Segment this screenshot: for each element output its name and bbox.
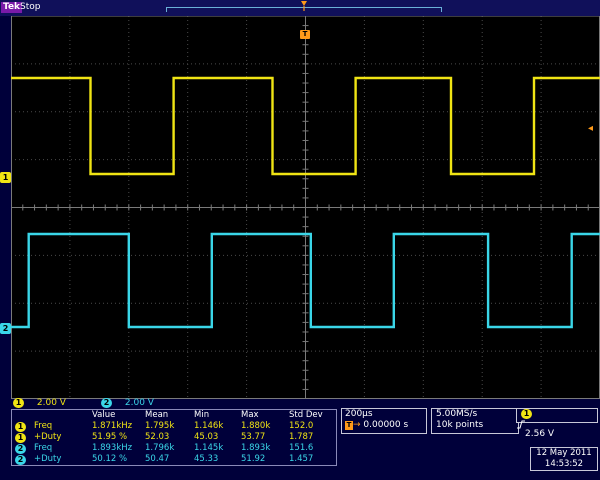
ch1-scale-readout[interactable]: 1 2.00 V <box>13 397 66 409</box>
row-name: Freq <box>34 421 53 431</box>
horizontal-position-line: T → 0.00000 s <box>342 420 426 431</box>
header-min: Min <box>194 410 210 420</box>
row-max: 1.893k <box>241 443 271 453</box>
graticule-grid <box>11 16 600 399</box>
ch2-badge: 2 <box>101 398 112 408</box>
row-name: +Duty <box>34 432 62 442</box>
ch1-scale-value: 2.00 V <box>36 398 66 408</box>
ch1-ground-marker[interactable]: 1 <box>0 172 11 183</box>
header-max: Max <box>241 410 259 420</box>
row-channel-badge: 2 <box>15 443 26 454</box>
graticule[interactable] <box>11 16 600 399</box>
row-max: 1.880k <box>241 421 271 431</box>
trigger-time-marker[interactable]: T <box>300 30 310 39</box>
record-length: 10k points <box>436 420 484 430</box>
row-mean: 1.796k <box>145 443 175 453</box>
trigger-position-icon <box>301 1 307 11</box>
row-channel-badge: 1 <box>15 421 26 432</box>
row-max: 51.92 <box>241 454 266 464</box>
status-bar: Tek Stop <box>0 0 600 16</box>
trigger-level-icon[interactable]: ◂ <box>588 124 593 134</box>
row-min: 45.33 <box>194 454 219 464</box>
row-value: 51.95 % <box>92 432 128 442</box>
row-std-dev: 151.6 <box>289 443 314 453</box>
trigger-level: 2.56 V <box>525 429 555 439</box>
horizontal-position: 0.00000 s <box>363 420 409 430</box>
arrow-right-icon: → <box>353 420 361 430</box>
row-mean: 52.03 <box>145 432 170 442</box>
date: 12 May 2011 <box>536 448 592 458</box>
ch2-scale-value: 2.00 V <box>124 398 154 408</box>
ch2-scale-readout[interactable]: 2 2.00 V <box>101 397 154 409</box>
row-channel-badge: 2 <box>15 454 26 465</box>
measurement-table[interactable]: Value Mean Min Max Std Dev 1 Freq 1.871k… <box>11 409 337 466</box>
trigger-readout[interactable]: 1 2.56 V <box>516 408 598 439</box>
brand-logo: Tek <box>1 2 23 13</box>
header-std-dev: Std Dev <box>289 410 323 420</box>
row-channel-badge: 1 <box>15 432 26 443</box>
header-value: Value <box>92 410 116 420</box>
trigger-position-badge: T <box>345 421 353 430</box>
header-mean: Mean <box>145 410 169 420</box>
row-max: 53.77 <box>241 432 266 442</box>
sample-rate: 5.00MS/s <box>436 409 478 419</box>
row-value: 50.12 % <box>92 454 128 464</box>
acquisition-state: Stop <box>20 2 41 12</box>
rising-edge-icon <box>517 420 597 429</box>
row-name: +Duty <box>34 454 62 464</box>
time: 14:53:52 <box>544 459 584 469</box>
horizontal-readout[interactable]: 200µs T → 0.00000 s <box>341 408 427 434</box>
oscilloscope-screen: Tek Stop 1 2 T ◂ 1 2.00 V 2 2.00 V Value… <box>0 0 600 480</box>
row-mean: 1.795k <box>145 421 175 431</box>
row-std-dev: 1.457 <box>289 454 314 464</box>
ch2-ground-marker[interactable]: 2 <box>0 323 11 334</box>
horizontal-scale: 200µs <box>345 409 373 419</box>
row-min: 45.03 <box>194 432 219 442</box>
row-std-dev: 152.0 <box>289 421 314 431</box>
row-min: 1.145k <box>194 443 224 453</box>
row-name: Freq <box>34 443 53 453</box>
acquisition-readout[interactable]: 5.00MS/s 10k points <box>431 408 519 434</box>
row-min: 1.146k <box>194 421 224 431</box>
row-std-dev: 1.787 <box>289 432 314 442</box>
timestamp: 12 May 2011 14:53:52 <box>530 447 598 471</box>
ch1-badge: 1 <box>13 398 24 408</box>
row-value: 1.893kHz <box>92 443 133 453</box>
row-mean: 50.47 <box>145 454 170 464</box>
row-value: 1.871kHz <box>92 421 133 431</box>
trigger-source-badge: 1 <box>521 409 532 419</box>
